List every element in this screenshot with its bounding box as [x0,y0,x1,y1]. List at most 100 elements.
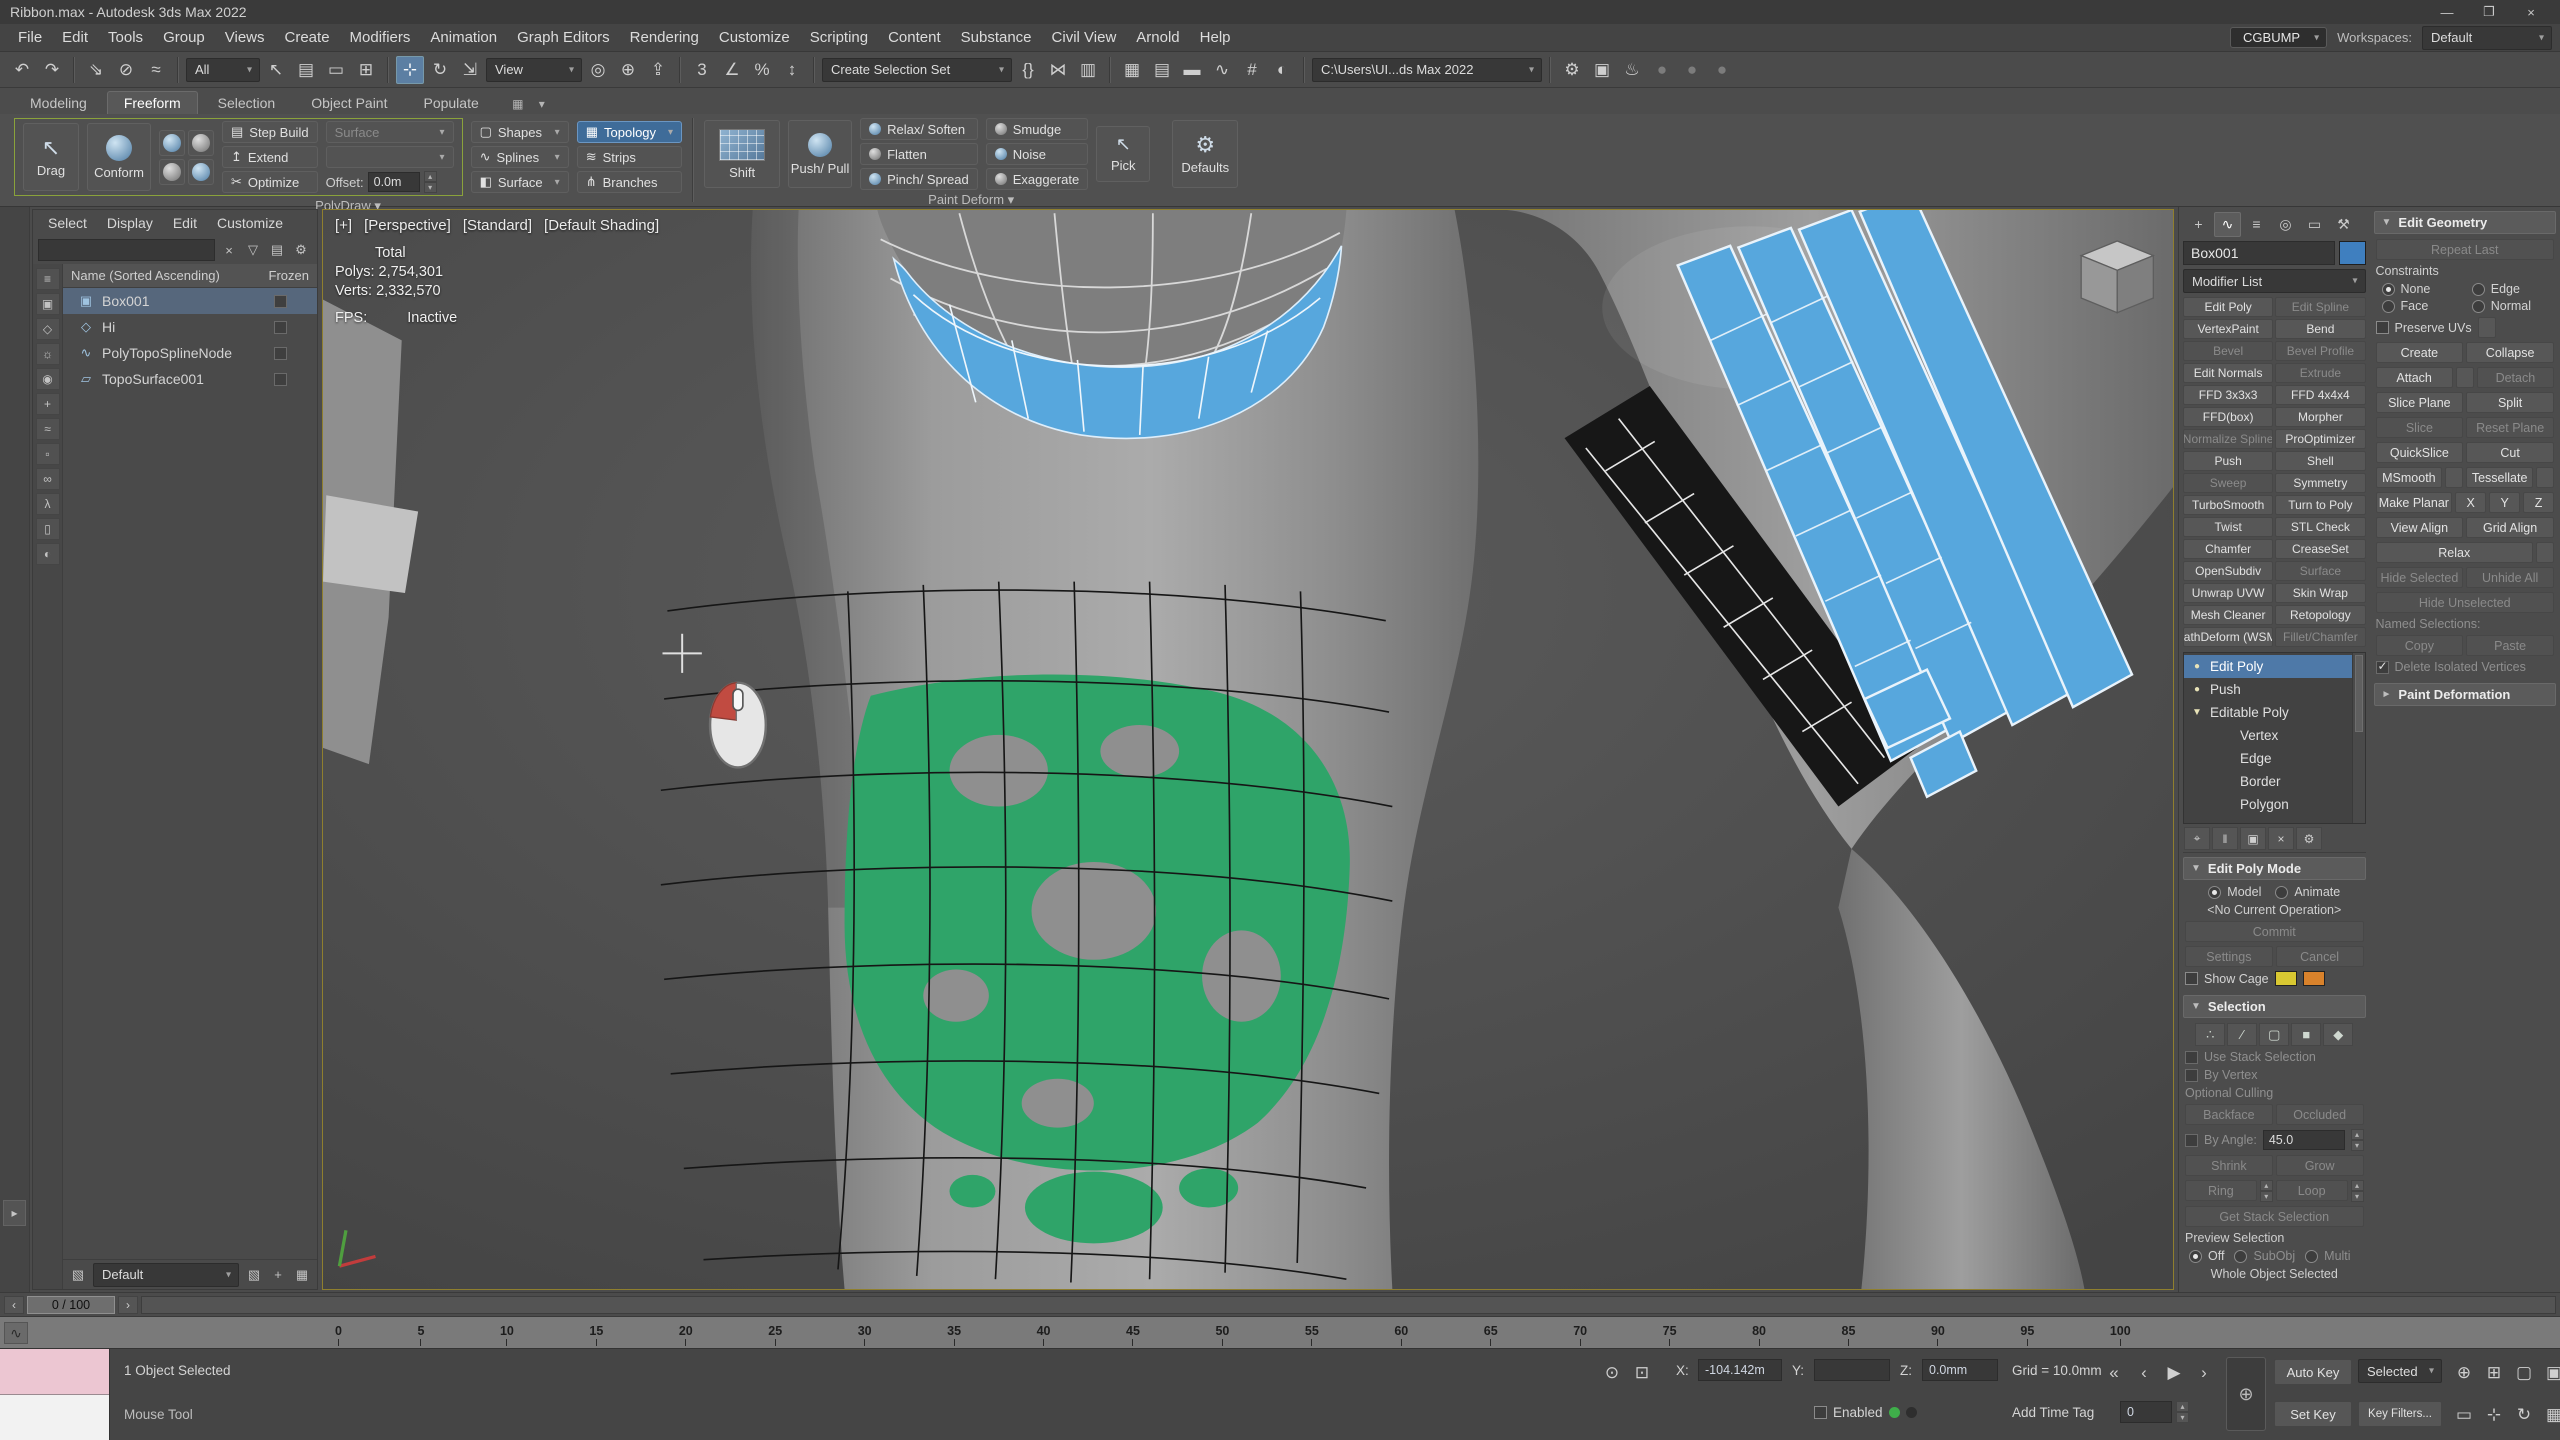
menu-item[interactable]: Create [275,26,340,49]
edge-subobject-icon[interactable]: ∕ [2227,1023,2257,1046]
show-end-result-icon[interactable]: ‖ [2212,827,2238,850]
edit-poly-mode-header[interactable]: ▼Edit Poly Mode [2183,857,2366,880]
frozen-checkbox[interactable] [274,373,287,386]
cancel-button[interactable]: Cancel [2276,946,2364,967]
offset-spinner[interactable]: ▴▾ [424,171,437,193]
ribbon-tab[interactable]: Object Paint [295,92,403,114]
track-bar[interactable]: ∿ 05101520253035404550556065707580859095… [0,1316,2560,1348]
redo-icon[interactable]: ↷ [38,56,66,84]
defaults-button[interactable]: ⚙ Defaults [1172,120,1238,188]
exaggerate-button[interactable]: Exaggerate [986,168,1089,190]
next-frame-icon[interactable]: › [2190,1359,2218,1387]
collapse-button[interactable]: Collapse [2466,342,2554,363]
modifier-button[interactable]: TurboSmooth [2183,495,2273,515]
display-groups-icon[interactable]: ▫ [36,443,60,465]
spinner-snap-icon[interactable]: ↕ [778,56,806,84]
select-by-name-icon[interactable]: ▤ [292,56,320,84]
hide-selected-button[interactable]: Hide Selected [2376,567,2464,588]
surface-object-combo[interactable] [326,146,454,168]
go-to-start-icon[interactable]: « [2100,1359,2128,1387]
explorer-menu[interactable]: Edit [164,213,206,233]
slice-plane-button[interactable]: Slice Plane [2376,392,2464,413]
ribbon-tab[interactable]: Freeform [107,91,198,114]
y-coordinate-field[interactable] [1814,1359,1890,1381]
render-gallery-icon[interactable]: ● [1708,56,1736,84]
topology-button[interactable]: ▦Topology [577,121,682,143]
pick-button[interactable]: ↖ Pick [1096,126,1150,182]
perspective-viewport[interactable]: [+][Perspective][Standard][Default Shadi… [322,209,2174,1290]
animate-radio[interactable]: Animate [2275,885,2340,899]
listener-script-pane[interactable] [0,1395,109,1440]
menu-item[interactable]: Scripting [800,26,878,49]
viewport-label[interactable]: [Standard] [463,217,532,234]
menu-item[interactable]: Edit [52,26,98,49]
modifier-button[interactable]: OpenSubdiv [2183,561,2273,581]
relax-button[interactable]: Relax [2376,542,2534,563]
orbit-icon[interactable]: ↻ [2510,1401,2538,1429]
selection-region-icon[interactable]: ▭ [322,56,350,84]
delete-isolated-vertices-checkbox[interactable] [2376,661,2389,674]
menu-item[interactable]: Views [215,26,275,49]
view-align-button[interactable]: View Align [2376,517,2464,538]
modifier-button[interactable]: FFD 4x4x4 [2275,385,2365,405]
add-time-tag[interactable]: Add Time Tag [2012,1405,2094,1420]
detach-button[interactable]: Detach [2477,367,2554,388]
quickslice-button[interactable]: QuickSlice [2376,442,2464,463]
isolate-selection-icon[interactable]: ⊙ [1598,1359,1626,1387]
cage-selected-color-swatch[interactable] [2303,971,2325,986]
mini-curve-editor-icon[interactable]: ∿ [4,1322,28,1344]
layer-grid-icon[interactable]: ▦ [291,1264,313,1286]
modifier-stack-item[interactable]: Vertex [2184,724,2352,747]
cage-color-swatch[interactable] [2275,971,2297,986]
smudge-button[interactable]: Smudge [986,118,1089,140]
percent-snap-icon[interactable]: % [748,56,776,84]
angle-spinner[interactable]: ▴▾ [2351,1129,2364,1151]
polygon-subobject-icon[interactable]: ■ [2291,1023,2321,1046]
viewport-layout-tabs-icon[interactable]: ▸ [3,1200,26,1226]
explorer-settings-icon[interactable]: ⚙ [290,239,312,261]
menu-item[interactable]: Civil View [1042,26,1127,49]
material-editor-icon[interactable]: ◐ [1268,56,1296,84]
object-color-swatch[interactable] [2339,241,2366,265]
select-and-rotate-icon[interactable]: ↻ [426,56,454,84]
settings-button[interactable]: Settings [2185,946,2273,967]
modifier-button[interactable]: Extrude [2275,363,2365,383]
modifier-button[interactable]: STL Check [2275,517,2365,537]
modifier-button[interactable]: Bevel Profile [2275,341,2365,361]
undo-icon[interactable]: ↶ [8,56,36,84]
element-subobject-icon[interactable]: ◆ [2323,1023,2353,1046]
optimize-button[interactable]: ✂Optimize [222,171,318,193]
menu-item[interactable]: Group [153,26,215,49]
zoom-all-icon[interactable]: ⊞ [2480,1359,2508,1387]
planar-x-button[interactable]: X [2455,492,2486,513]
display-shapes-icon[interactable]: ◇ [36,318,60,340]
preview-off-radio[interactable]: Off [2189,1249,2224,1263]
modifier-button[interactable]: Twist [2183,517,2273,537]
modifier-button[interactable]: Mesh Cleaner [2183,605,2273,625]
zoom-region-icon[interactable]: ▭ [2450,1401,2478,1429]
conform-button[interactable]: Conform [87,123,151,191]
motion-tab-icon[interactable]: ◎ [2272,212,2299,237]
scene-object-row[interactable]: ∿ PolyTopoSplineNode [63,340,317,366]
ribbon-tab[interactable]: Selection [202,92,292,114]
menu-item[interactable]: Arnold [1126,26,1189,49]
explorer-menu[interactable]: Select [39,213,96,233]
modifier-button[interactable]: Unwrap UVW [2183,583,2273,603]
use-pivot-center-icon[interactable]: ◎ [584,56,612,84]
previous-key-button[interactable]: ‹ [4,1296,24,1314]
menu-item[interactable]: Help [1190,26,1241,49]
border-subobject-icon[interactable]: ▢ [2259,1023,2289,1046]
menu-item[interactable]: Substance [951,26,1042,49]
time-slider-handle[interactable]: 0 / 100 [27,1296,115,1314]
selection-filter-combo[interactable]: All [186,58,260,82]
menu-item[interactable]: Content [878,26,951,49]
rendered-frame-window-icon[interactable]: ▣ [1588,56,1616,84]
modifier-button[interactable]: Surface [2275,561,2365,581]
explorer-menu[interactable]: Customize [208,213,292,233]
layer-combo[interactable]: Default [93,1263,239,1287]
unlink-selection-icon[interactable]: ⊘ [112,56,140,84]
msmooth-settings-button[interactable] [2445,467,2463,488]
display-lights-icon[interactable]: ☼ [36,343,60,365]
modifier-button[interactable]: Fillet/Chamfer [2275,627,2365,647]
select-and-move-icon[interactable]: ⊹ [396,56,424,84]
